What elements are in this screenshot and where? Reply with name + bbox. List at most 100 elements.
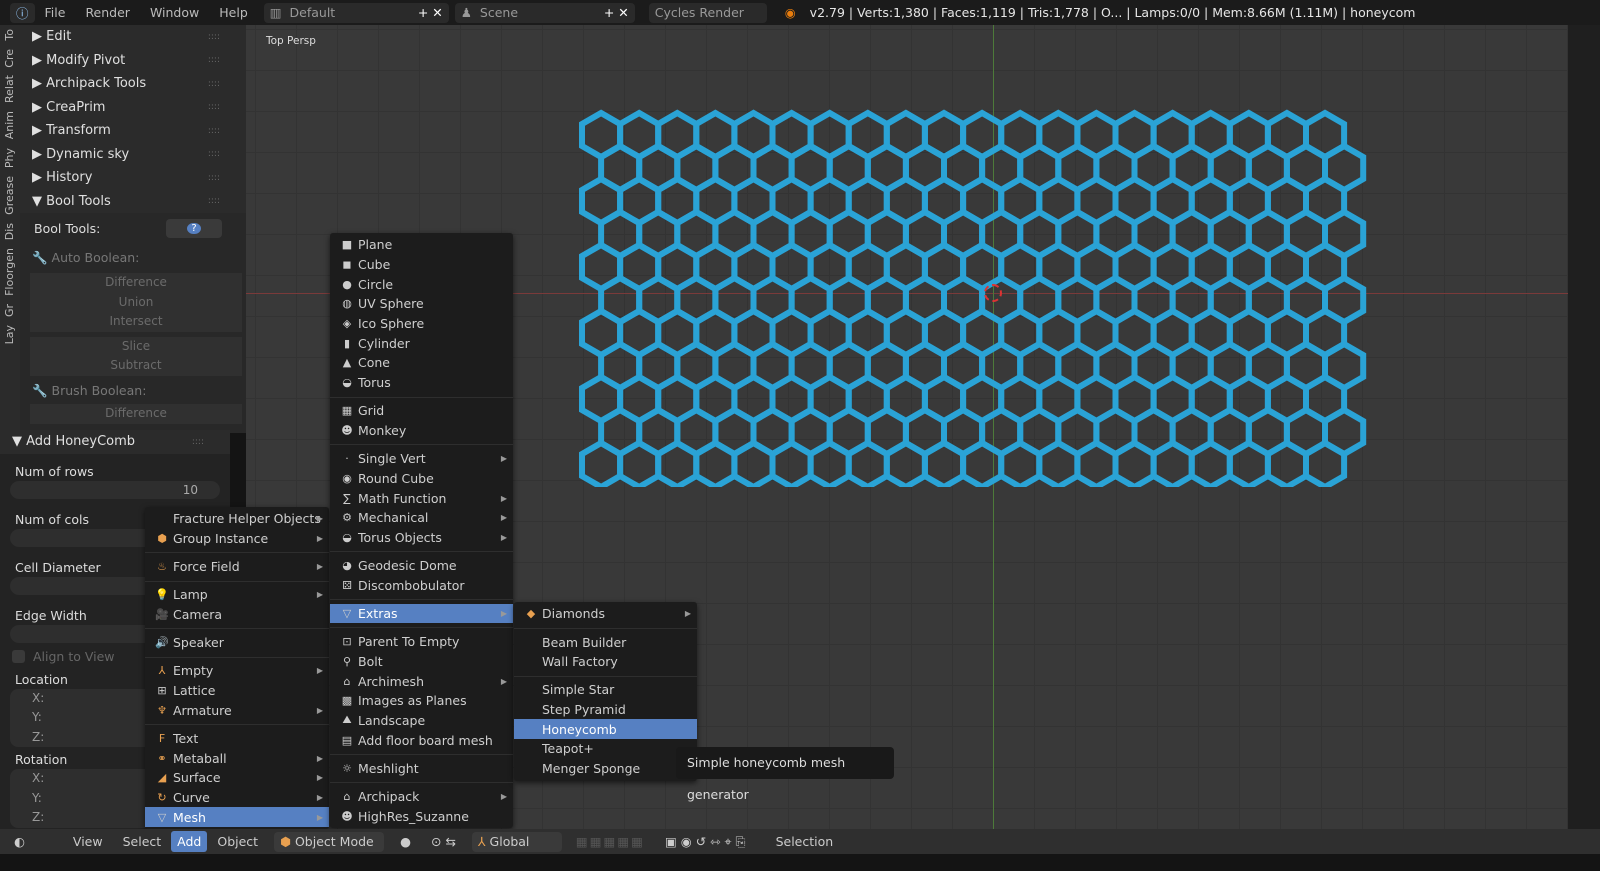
menu-item-bolt[interactable]: ⚲ Bolt <box>330 652 513 672</box>
menu-item-cylinder[interactable]: ▮ Cylinder <box>330 333 513 353</box>
menu-item-curve[interactable]: ↻ Curve ▶ <box>145 788 329 808</box>
menu-item-teapot-[interactable]: Teapot+ <box>514 739 697 759</box>
menu-item-discombobulator[interactable]: ⚄ Discombobulator <box>330 576 513 596</box>
menu-item-simple-star[interactable]: Simple Star <box>514 680 697 700</box>
union-button[interactable]: Union <box>30 292 242 313</box>
menu-item-armature[interactable]: ♆ Armature ▶ <box>145 701 329 721</box>
select-menu[interactable]: Select <box>113 834 172 849</box>
menu-item-monkey[interactable]: ☻ Monkey <box>330 421 513 441</box>
menu-item-honeycomb[interactable]: Honeycomb <box>514 719 697 740</box>
menu-item-landscape[interactable]: ⛰ Landscape <box>330 711 513 731</box>
menu-item-meshlight[interactable]: ☼ Meshlight <box>330 759 513 779</box>
tab-lay[interactable]: Lay <box>0 321 19 348</box>
menu-render[interactable]: Render <box>75 5 140 20</box>
menu-item-parent-to-empty[interactable]: ⊡ Parent To Empty <box>330 632 513 652</box>
menu-item-lamp[interactable]: 💡 Lamp ▶ <box>145 585 329 605</box>
menu-help[interactable]: Help <box>209 5 258 20</box>
panel-header-archipack-tools[interactable]: ▶ Archipack Tools:::: <box>20 72 246 96</box>
menu-item-empty[interactable]: ⅄ Empty ▶ <box>145 661 329 681</box>
menu-item-label: Circle <box>358 276 394 292</box>
menu-item-circle[interactable]: ● Circle <box>330 274 513 294</box>
menu-item-add-floor-board-mesh[interactable]: ▤ Add floor board mesh <box>330 730 513 750</box>
menu-item-mechanical[interactable]: ⚙ Mechanical ▶ <box>330 508 513 528</box>
layers-icon[interactable]: ▦▦▦▦▦ <box>576 834 645 849</box>
menu-item-archipack[interactable]: ⌂ Archipack ▶ <box>330 787 513 807</box>
object-menu[interactable]: Object <box>207 834 268 849</box>
info-icon[interactable]: ⓘ <box>10 2 35 23</box>
tab-dis[interactable]: Dis <box>0 219 19 244</box>
panel-header-edit[interactable]: ▶ Edit:::: <box>20 25 246 49</box>
rows-slider[interactable]: 10 <box>10 480 220 499</box>
add-menu-button[interactable]: Add <box>171 831 208 852</box>
tab-anim[interactable]: Anim <box>0 107 19 143</box>
menu-item-step-pyramid[interactable]: Step Pyramid <box>514 700 697 720</box>
tab-phy[interactable]: Phy <box>0 144 19 172</box>
mode-select[interactable]: ⬢ Object Mode <box>274 831 385 852</box>
scene-field[interactable]: ♟ Scene + ✕ <box>454 2 635 23</box>
panel-header-dynamic-sky[interactable]: ▶ Dynamic sky:::: <box>20 143 246 167</box>
menu-item-speaker[interactable]: 🔊 Speaker <box>145 633 329 653</box>
operator-header[interactable]: ▼ Add HoneyComb:::: <box>0 430 230 454</box>
menu-item-ico-sphere[interactable]: ◈ Ico Sphere <box>330 314 513 334</box>
panel-header-transform[interactable]: ▶ Transform:::: <box>20 119 246 143</box>
intersect-button[interactable]: Intersect <box>30 312 242 332</box>
menu-item-mesh[interactable]: ▽ Mesh ▶ <box>145 807 329 828</box>
tab-to[interactable]: To <box>0 25 19 45</box>
slice-button[interactable]: Slice <box>30 336 242 357</box>
screen-layout-field[interactable]: ▥ Default + ✕ <box>263 2 449 23</box>
menu-item-cone[interactable]: ▲ Cone <box>330 353 513 373</box>
menu-window[interactable]: Window <box>140 5 209 20</box>
menu-item-images-as-planes[interactable]: ▩ Images as Planes <box>330 691 513 711</box>
view-menu[interactable]: View <box>63 834 113 849</box>
menu-item-grid[interactable]: ▦ Grid <box>330 401 513 421</box>
menu-item-diamonds[interactable]: ◆ Diamonds ▶ <box>514 604 697 624</box>
menu-item-uv-sphere[interactable]: ◍ UV Sphere <box>330 294 513 314</box>
menu-item-round-cube[interactable]: ◉ Round Cube <box>330 469 513 489</box>
menu-item-cube[interactable]: ◼ Cube <box>330 255 513 275</box>
tab-grease[interactable]: Grease <box>0 172 19 219</box>
difference-button[interactable]: Difference <box>30 403 242 424</box>
menu-item-menger-sponge[interactable]: Menger Sponge <box>514 759 697 779</box>
menu-item-surface[interactable]: ◢ Surface ▶ <box>145 768 329 788</box>
tab-cre[interactable]: Cre <box>0 45 19 72</box>
menu-item-wall-factory[interactable]: Wall Factory <box>514 652 697 672</box>
menu-item-fracture-helper-objects[interactable]: Fracture Helper Objects ▶ <box>145 509 329 529</box>
menu-item-torus-objects[interactable]: ◒ Torus Objects ▶ <box>330 528 513 548</box>
help-button[interactable]: ? <box>166 218 222 238</box>
tab-floorgen[interactable]: Floorgen <box>0 244 19 300</box>
properties-region-edge[interactable] <box>1568 25 1600 829</box>
menu-item-extras[interactable]: ▽ Extras ▶ <box>330 603 513 624</box>
menu-item-lattice[interactable]: ⊞ Lattice <box>145 681 329 701</box>
tab-gr[interactable]: Gr <box>0 300 19 321</box>
submenu-arrow-icon: ▶ <box>316 793 323 803</box>
menu-item-label: Armature <box>173 702 232 718</box>
menu-item-archimesh[interactable]: ⌂ Archimesh ▶ <box>330 671 513 691</box>
subtract-button[interactable]: Subtract <box>30 356 242 376</box>
panel-header-bool-tools[interactable]: ▼ Bool Tools:::: <box>20 190 246 214</box>
pivot-icon[interactable]: ⊙ ⇆ <box>421 834 466 849</box>
menu-item-beam-builder[interactable]: Beam Builder <box>514 632 697 652</box>
menu-item-text[interactable]: F Text <box>145 729 329 749</box>
panel-header-creaprim[interactable]: ▶ CreaPrim:::: <box>20 96 246 120</box>
menu-item-group-instance[interactable]: ⬢ Group Instance ▶ <box>145 529 329 549</box>
menu-item-force-field[interactable]: ♨ Force Field ▶ <box>145 557 329 577</box>
3d-cursor-icon[interactable] <box>984 284 1002 302</box>
orientation-select[interactable]: ⅄ Global <box>471 831 562 852</box>
tab-relat[interactable]: Relat <box>0 71 19 107</box>
menu-item-metaball[interactable]: ⚭ Metaball ▶ <box>145 748 329 768</box>
shading-icon[interactable]: ● <box>390 834 421 849</box>
menu-item-plane[interactable]: ■ Plane <box>330 235 513 255</box>
menu-file[interactable]: File <box>35 5 76 20</box>
panel-header-history[interactable]: ▶ History:::: <box>20 166 246 190</box>
menu-item-camera[interactable]: 🎥 Camera <box>145 605 329 625</box>
editor-type-icon[interactable]: ◐ <box>0 834 35 849</box>
menu-item-highres-suzanne[interactable]: ☻ HighRes_Suzanne <box>330 806 513 826</box>
render-engine-select[interactable]: Cycles Render <box>648 2 767 23</box>
menu-item-single-vert[interactable]: · Single Vert ▶ <box>330 449 513 469</box>
menu-item-math-function[interactable]: ∑ Math Function ▶ <box>330 488 513 508</box>
difference-button[interactable]: Difference <box>30 273 242 293</box>
menu-item-geodesic-dome[interactable]: ◕ Geodesic Dome <box>330 556 513 576</box>
panel-header-modify-pivot[interactable]: ▶ Modify Pivot:::: <box>20 49 246 73</box>
snap-icons[interactable]: ▣ ◉ ↺ ⇿ ⌖ ⎘ <box>655 834 756 850</box>
menu-item-torus[interactable]: ◒ Torus <box>330 373 513 393</box>
